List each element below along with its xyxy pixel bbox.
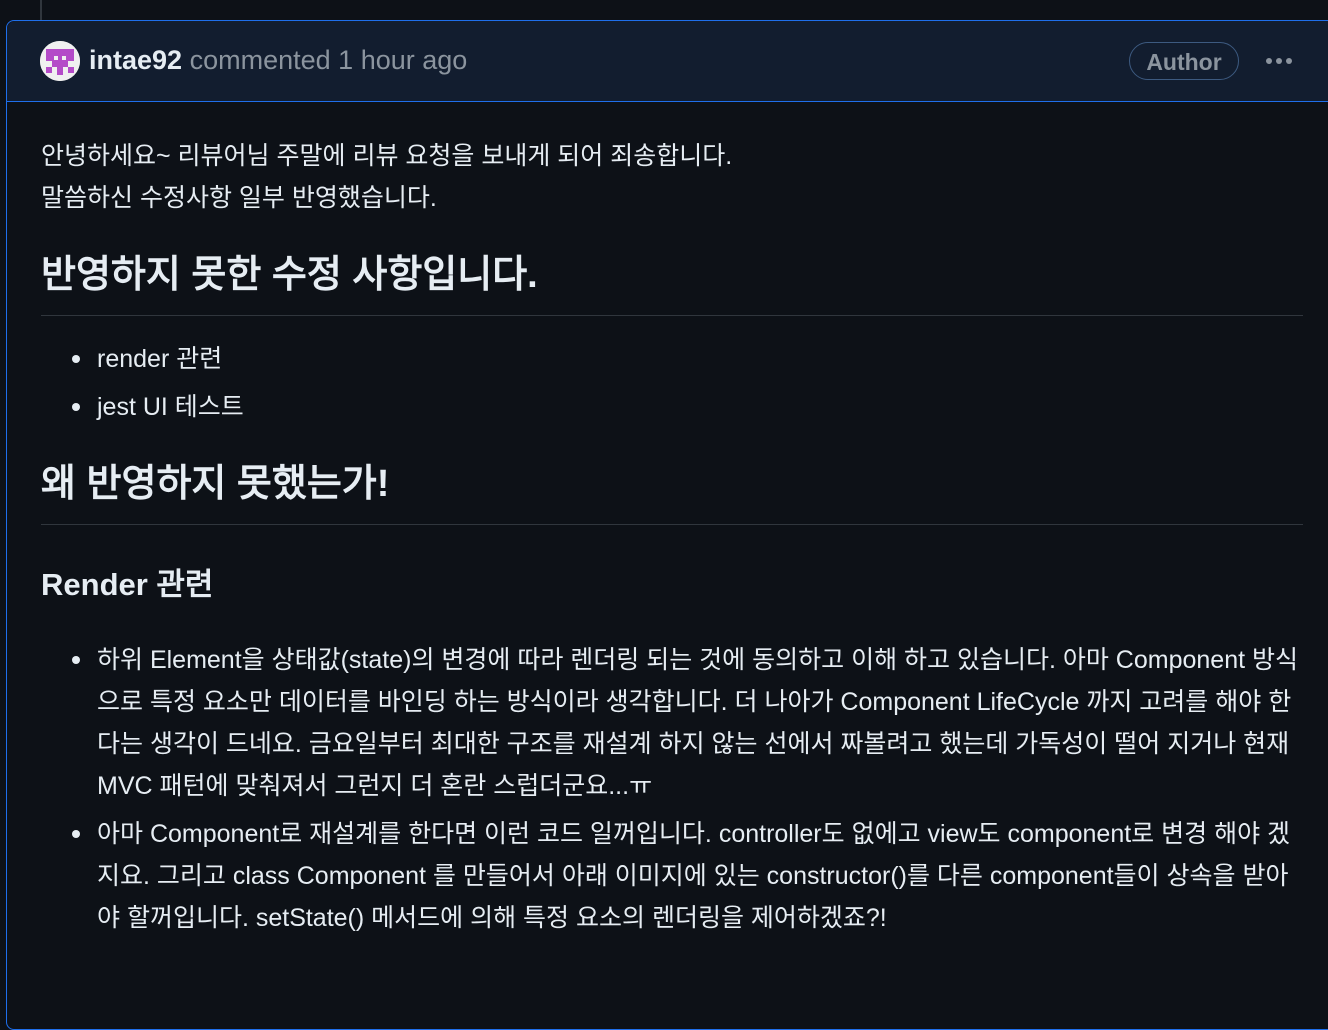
author-link[interactable]: intae92 (89, 45, 182, 75)
comment-action: commented (189, 45, 331, 75)
subsection-heading: Render 관련 (41, 567, 214, 602)
list-item: 하위 Element을 상태값(state)의 변경에 따라 렌더링 되는 것에… (41, 639, 1303, 807)
identicon-icon (40, 41, 80, 81)
list-item: 아마 Component로 재설계를 한다면 이런 코드 일꺼입니다. cont… (41, 813, 1303, 939)
list-item: render 관련 (41, 338, 1303, 380)
bullet-icon (72, 403, 80, 411)
section-heading: 반영하지 못한 수정 사항입니다. (41, 249, 1303, 316)
list-item: jest UI 테스트 (41, 386, 1303, 428)
section-heading: 왜 반영하지 못했는가! (41, 458, 1303, 525)
bullet-icon (72, 355, 80, 363)
kebab-horizontal-icon[interactable] (1261, 51, 1297, 71)
bullet-icon (72, 656, 80, 664)
timeline-line (40, 0, 42, 20)
author-badge: Author (1129, 42, 1239, 80)
comment-meta: intae92 commented 1 hour ago (89, 43, 467, 77)
comment-box: intae92 commented 1 hour ago Author 안녕하세… (6, 20, 1328, 1030)
comment-timestamp[interactable]: 1 hour ago (338, 45, 467, 75)
intro-line: 말씀하신 수정사항 일부 반영했습니다. (41, 184, 437, 212)
comment-header: intae92 commented 1 hour ago Author (7, 21, 1328, 102)
comment-body: 안녕하세요~ 리뷰어님 주말에 리뷰 요청을 보내게 되어 죄송합니다. 말씀하… (41, 135, 1303, 939)
intro-line: 안녕하세요~ 리뷰어님 주말에 리뷰 요청을 보내게 되어 죄송합니다. (41, 142, 733, 170)
avatar[interactable] (40, 41, 80, 81)
unmet-changes-list: render 관련 jest UI 테스트 (41, 338, 1303, 428)
bullet-icon (72, 830, 80, 838)
render-notes-list: 하위 Element을 상태값(state)의 변경에 따라 렌더링 되는 것에… (41, 639, 1303, 939)
